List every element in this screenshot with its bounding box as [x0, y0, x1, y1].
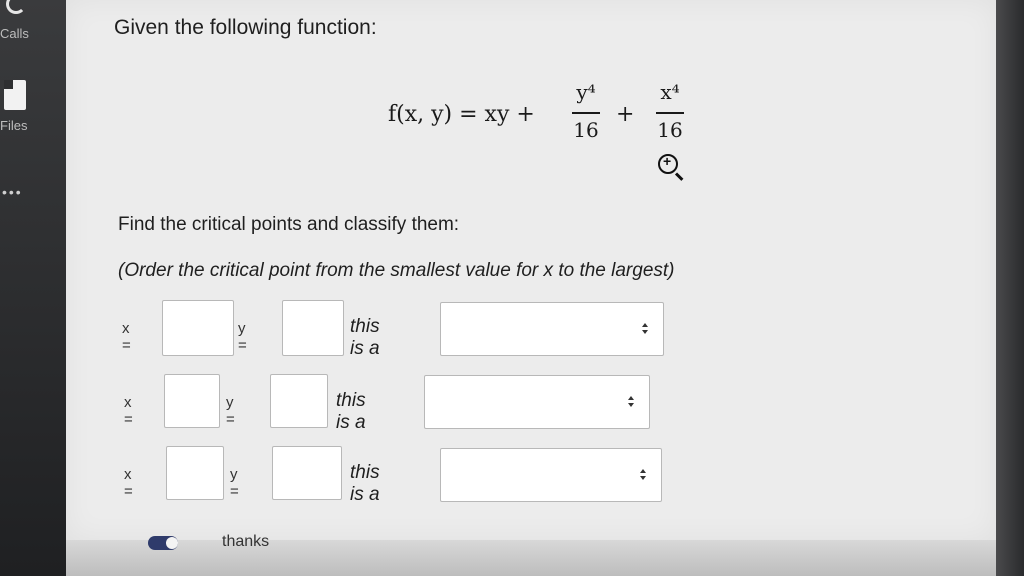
fraction-bar: [572, 112, 600, 114]
sidebar-item-files[interactable]: Files: [0, 118, 27, 133]
formula-lhs: f(x, y) = xy +: [388, 102, 535, 127]
this-is-a-label: this is a: [350, 462, 380, 505]
classification-select[interactable]: [440, 448, 662, 502]
zoom-in-icon[interactable]: [658, 153, 678, 174]
y-label: y =: [230, 466, 239, 500]
x-label: x =: [124, 394, 133, 428]
x-input[interactable]: [164, 374, 220, 428]
instruction-text: Find the critical points and classify th…: [118, 214, 460, 235]
fraction-denominator: 16: [657, 118, 683, 142]
more-icon[interactable]: •••: [2, 184, 23, 200]
screen: Calls Files ••• Given the following func…: [0, 0, 1024, 576]
sidebar-item-calls[interactable]: Calls: [0, 26, 29, 41]
thanks-label: thanks: [222, 533, 270, 550]
y-label: y =: [238, 320, 247, 354]
x-label: x =: [124, 466, 133, 500]
fraction-denominator: 16: [573, 118, 599, 142]
y-input[interactable]: [282, 300, 344, 356]
window-edge: [996, 0, 1024, 576]
classification-select[interactable]: [440, 302, 664, 356]
question-title: Given the following function:: [114, 16, 377, 39]
x-label: x =: [122, 320, 131, 354]
bottom-bar: [66, 540, 996, 576]
this-is-a-label: this is a: [350, 316, 380, 359]
fraction-bar: [656, 112, 684, 114]
plus-sign: +: [616, 102, 635, 127]
file-icon[interactable]: [4, 80, 26, 110]
order-note: (Order the critical point from the small…: [118, 260, 675, 281]
x-input[interactable]: [166, 446, 224, 500]
y-label: y =: [226, 394, 235, 428]
classification-select[interactable]: [424, 375, 650, 429]
thanks-toggle[interactable]: [148, 536, 178, 550]
fraction-numerator: y⁴: [576, 80, 596, 104]
y-input[interactable]: [272, 446, 342, 500]
this-is-a-label: this is a: [336, 390, 366, 433]
x-input[interactable]: [162, 300, 234, 356]
phone-icon[interactable]: [6, 0, 26, 14]
y-input[interactable]: [270, 374, 328, 428]
fraction-numerator: x⁴: [660, 80, 680, 104]
